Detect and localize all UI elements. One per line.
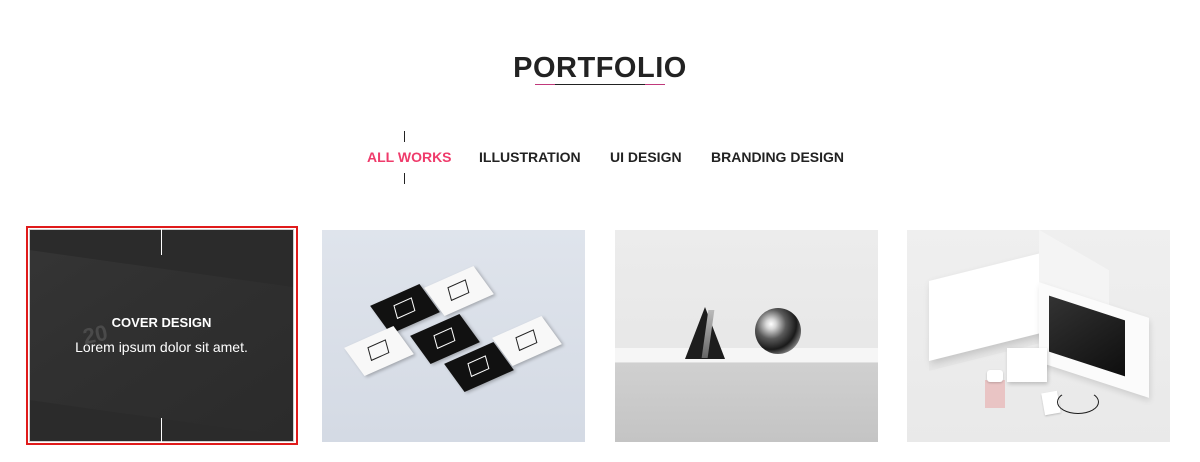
cream-jar [987,370,1003,382]
business-card-white [344,325,414,377]
portfolio-filter-nav: ALL WORKS ILLUSTRATION UI DESIGN BRANDIN… [0,146,1200,168]
portfolio-item-sculptures[interactable] [615,230,878,442]
portfolio-item-title: COVER DESIGN [111,315,212,330]
chrome-sphere-sculpture [755,308,801,354]
hover-top-line [161,229,162,255]
small-white-box [1007,348,1047,382]
title-underline [535,84,665,85]
filter-branding-design[interactable]: BRANDING DESIGN [711,146,844,168]
portfolio-item-cover-design[interactable]: 20 COVER DESIGN Lorem ipsum dolor sit am… [29,229,294,442]
portfolio-item-subtitle: Lorem ipsum dolor sit amet. [75,339,248,355]
section-title: PORTFOLIO [513,52,687,85]
white-pedestal [615,348,878,442]
black-string [1057,390,1099,414]
filter-ui-design[interactable]: UI DESIGN [610,146,682,168]
active-filter-top-tick [404,131,405,142]
hover-bottom-line [161,418,162,442]
pink-box [985,380,1005,408]
portfolio-item-business-cards[interactable] [322,230,585,442]
filter-illustration[interactable]: ILLUSTRATION [479,146,581,168]
portfolio-item-packaging[interactable] [907,230,1170,442]
active-filter-bottom-tick [404,173,405,184]
filter-all-works[interactable]: ALL WORKS [367,146,452,168]
